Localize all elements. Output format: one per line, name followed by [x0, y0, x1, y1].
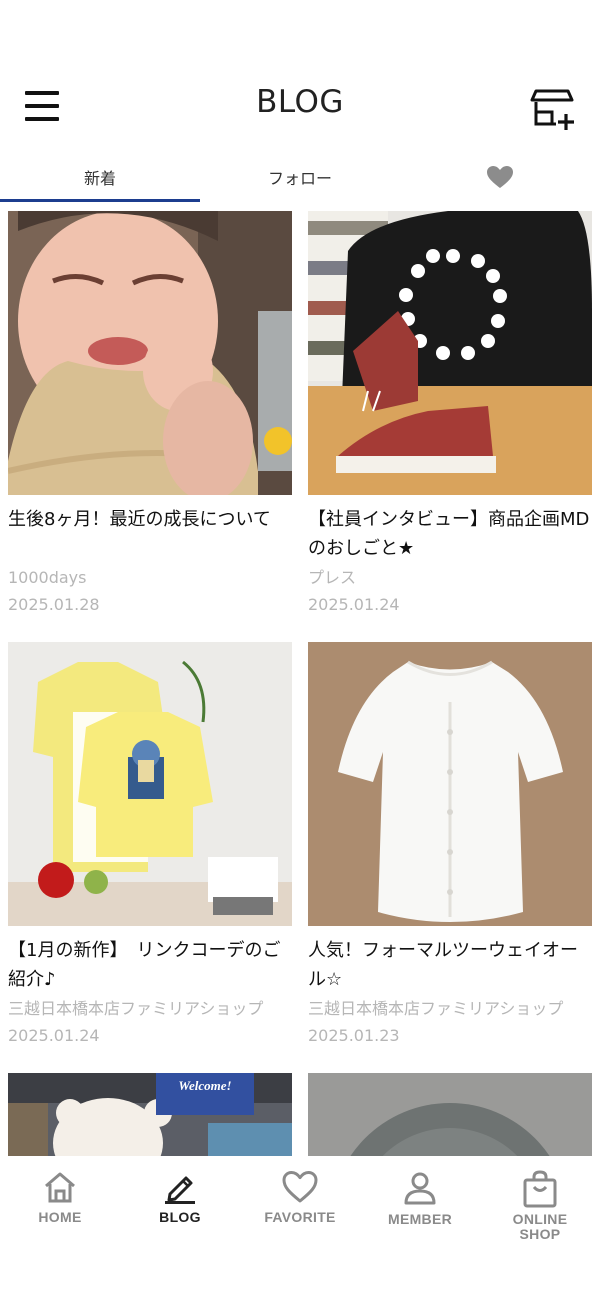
- post-thumbnail: [308, 642, 592, 926]
- app-header: BLOG: [0, 70, 600, 142]
- post-author: 三越日本橋本店ファミリアショップ: [308, 999, 564, 1018]
- post-thumbnail: [308, 211, 592, 495]
- nav-online-shop-label: ONLINE SHOP: [512, 1211, 568, 1242]
- store-add-icon[interactable]: [530, 84, 578, 132]
- post-thumbnail: [308, 1073, 592, 1156]
- nav-home[interactable]: HOME: [0, 1170, 120, 1250]
- post-thumbnail: [8, 211, 292, 495]
- post-title: 【1月の新作】 リンクコーデのご紹介♪: [8, 940, 281, 990]
- post-date: 2025.01.28: [8, 595, 100, 614]
- post-date: 2025.01.24: [308, 595, 400, 614]
- nav-member[interactable]: MEMBER: [360, 1170, 480, 1250]
- blog-post-card[interactable]: Welcome!: [8, 1073, 292, 1156]
- nav-blog[interactable]: BLOG: [120, 1170, 240, 1250]
- nav-blog-label: BLOG: [159, 1209, 201, 1225]
- blog-post-card[interactable]: 【社員インタビュー】商品企画MDのおしごと★ プレス 2025.01.24: [308, 211, 592, 619]
- nav-member-label: MEMBER: [387, 1211, 453, 1227]
- nav-online-shop[interactable]: ONLINE SHOP: [480, 1170, 600, 1250]
- page-title: BLOG: [256, 84, 344, 120]
- post-author: プレス: [308, 568, 357, 587]
- post-title: 生後8ヶ月！最近の成長について: [8, 509, 271, 530]
- nav-home-label: HOME: [38, 1209, 82, 1225]
- post-date: 2025.01.24: [8, 1026, 100, 1045]
- blog-post-grid: 生後8ヶ月！最近の成長について 1000days 2025.01.28 【社員イ…: [8, 211, 593, 1156]
- post-author: 三越日本橋本店ファミリアショップ: [8, 999, 264, 1018]
- blog-post-card[interactable]: 人気！フォーマルツーウェイオール☆ 三越日本橋本店ファミリアショップ 2025.…: [308, 642, 592, 1050]
- blog-tabs: 新着 フォロー: [0, 150, 600, 204]
- post-date: 2025.01.23: [308, 1026, 400, 1045]
- pencil-icon: [165, 1176, 195, 1204]
- post-author: 1000days: [8, 568, 87, 587]
- post-title: 人気！フォーマルツーウェイオール☆: [308, 940, 578, 990]
- person-icon: [404, 1172, 436, 1205]
- post-thumbnail: [8, 642, 292, 926]
- tab-new[interactable]: 新着: [0, 150, 200, 204]
- bottom-navigation: HOME BLOG FAVORITE MEMBER ONLINE SHOP: [0, 1156, 600, 1299]
- nav-favorite-label: FAVORITE: [264, 1209, 336, 1225]
- nav-favorite[interactable]: FAVORITE: [240, 1170, 360, 1250]
- active-tab-indicator: [0, 199, 200, 202]
- blog-post-card[interactable]: 生後8ヶ月！最近の成長について 1000days 2025.01.28: [8, 211, 292, 619]
- tab-follow[interactable]: フォロー: [200, 150, 400, 204]
- blog-post-card[interactable]: 【1月の新作】 リンクコーデのご紹介♪ 三越日本橋本店ファミリアショップ 202…: [8, 642, 292, 1050]
- welcome-sign-text: Welcome!: [178, 1078, 231, 1093]
- post-title: 【社員インタビュー】商品企画MDのおしごと★: [308, 509, 590, 559]
- heart-icon: [487, 166, 513, 188]
- heart-icon: [282, 1171, 318, 1203]
- shopping-bag-icon: [523, 1170, 557, 1208]
- blog-post-card[interactable]: [308, 1073, 592, 1156]
- post-thumbnail: Welcome!: [8, 1073, 292, 1156]
- tab-favorite[interactable]: [400, 150, 600, 204]
- home-icon: [45, 1172, 75, 1203]
